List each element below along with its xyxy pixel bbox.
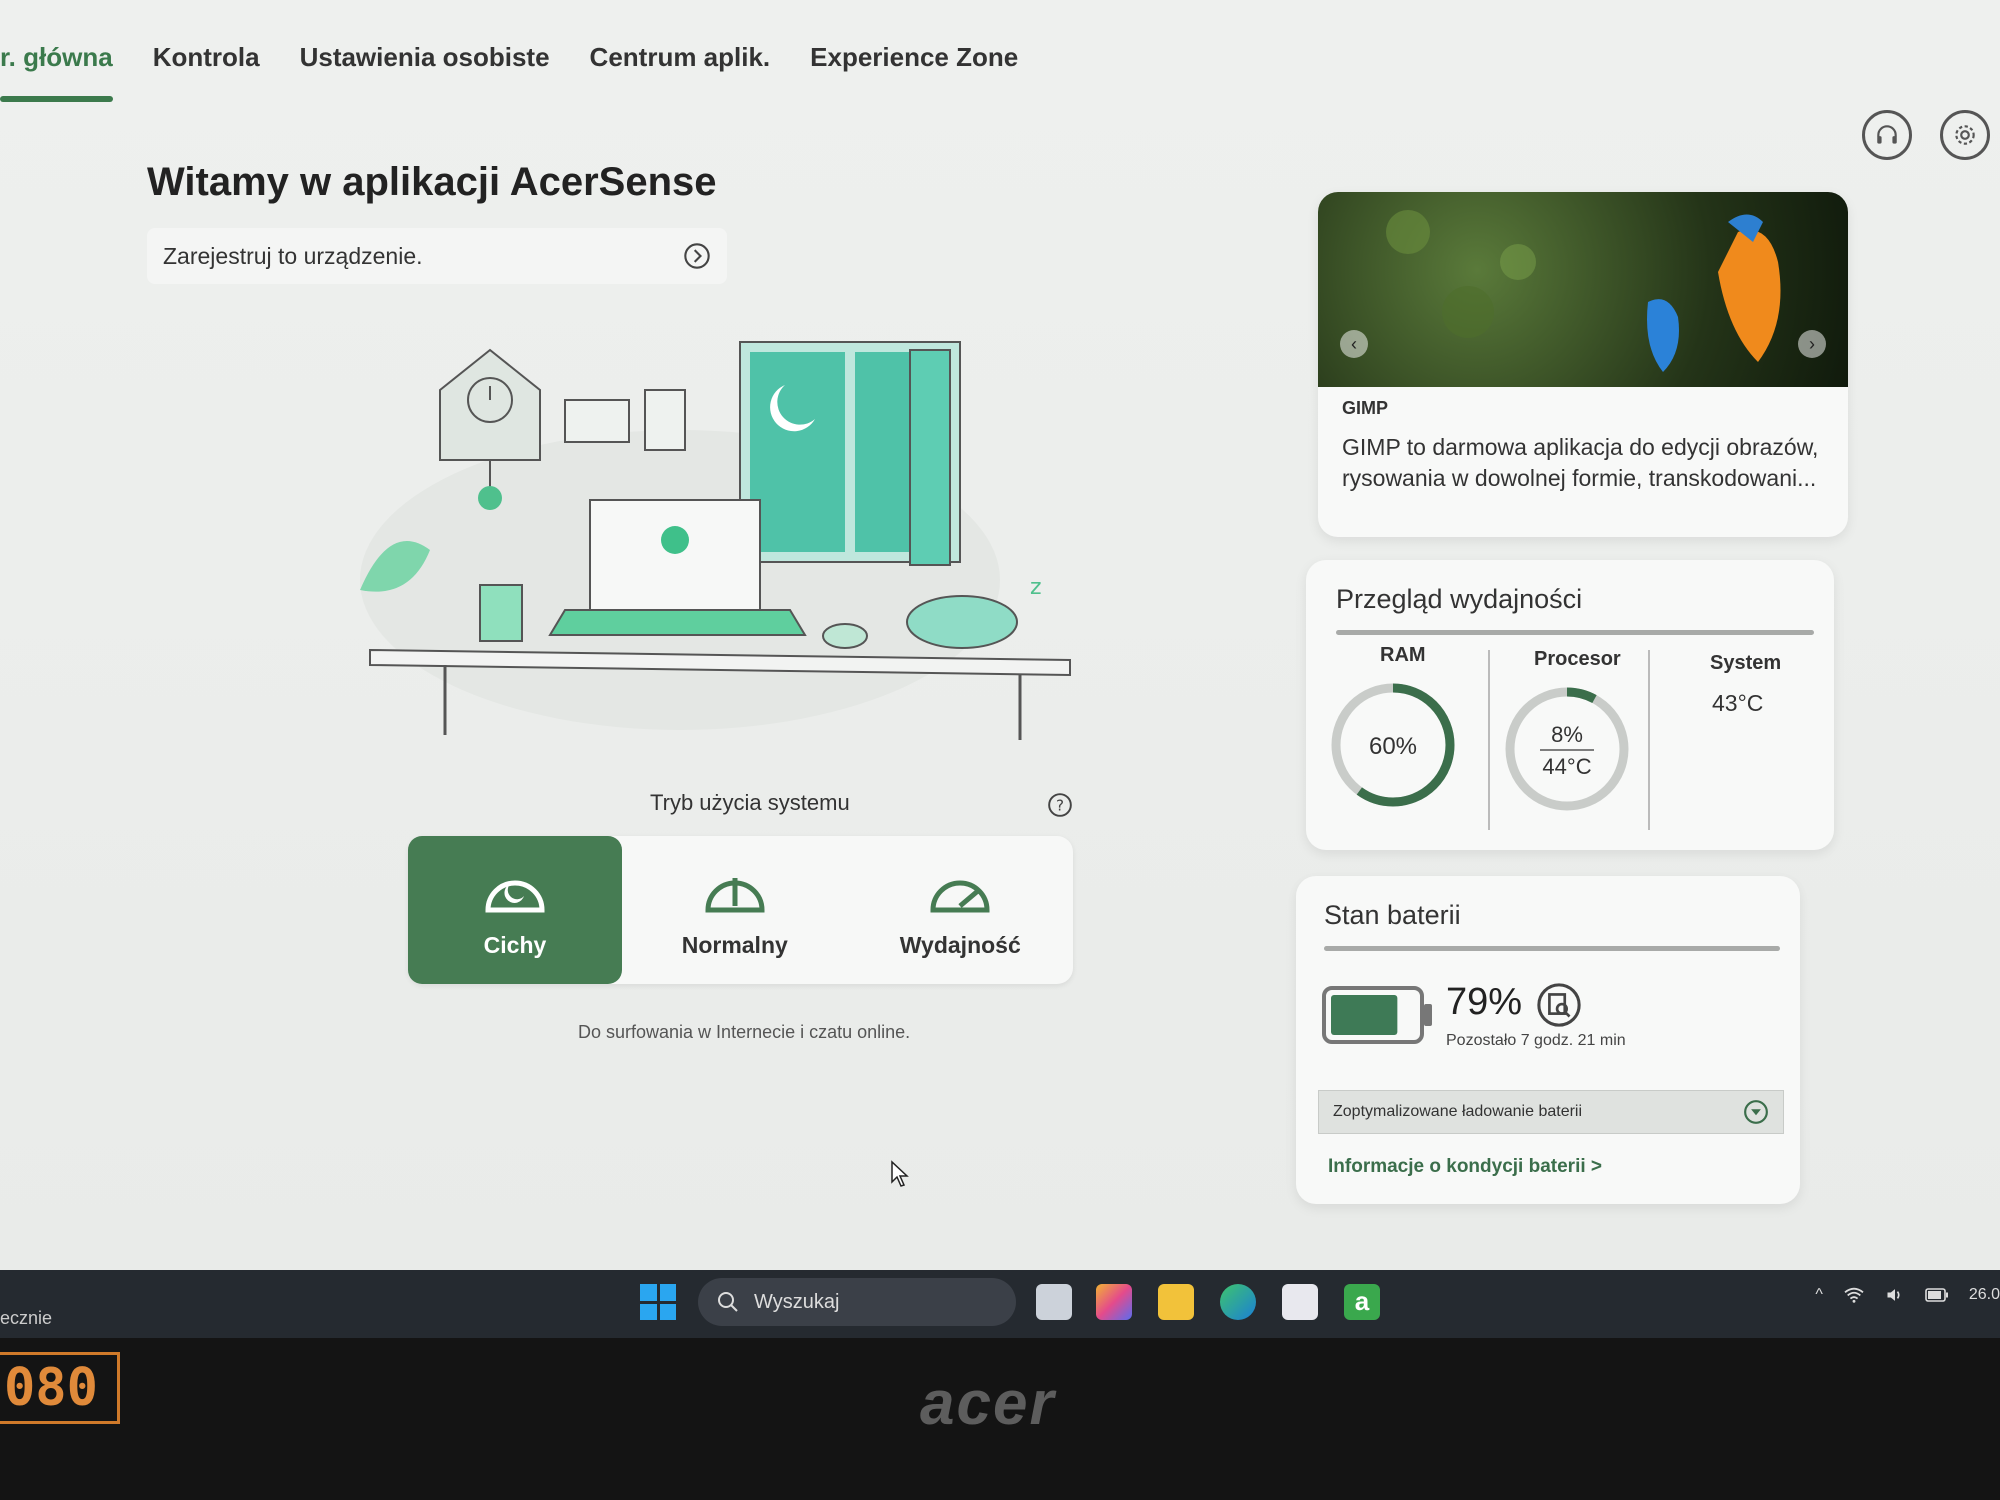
battery-percent: 79%	[1446, 981, 1523, 1023]
page-title: Witamy w aplikacji AcerSense	[147, 160, 717, 204]
system-label: System	[1710, 652, 1782, 674]
charging-mode-value: Zoptymalizowane ładowanie baterii	[1333, 1103, 1583, 1120]
tab-app-center[interactable]: Centrum aplik.	[590, 42, 771, 102]
tab-control[interactable]: Kontrola	[153, 42, 260, 102]
promo-image: ‹ ›	[1318, 192, 1848, 387]
taskbar: ecznie Wyszukaj a ^ 26.0	[0, 1270, 2000, 1338]
taskbar-left-text: ecznie	[0, 1308, 53, 1328]
copilot-icon[interactable]	[1096, 1284, 1132, 1320]
battery-health-link[interactable]: Informacje o kondycji baterii >	[1328, 1156, 1602, 1178]
tab-experience-zone[interactable]: Experience Zone	[810, 42, 1018, 102]
cpu-label: Procesor	[1534, 648, 1621, 670]
ram-value: 60%	[1369, 733, 1417, 760]
microsoft-store-icon[interactable]	[1282, 1284, 1318, 1320]
mode-normal-button[interactable]: Normalny	[622, 836, 848, 984]
battery-remaining-time: Pozostało 7 godz. 21 min	[1446, 1032, 1626, 1049]
header-actions	[1862, 110, 1990, 160]
divider	[1324, 946, 1780, 951]
carousel-prev-button[interactable]: ‹	[1340, 330, 1368, 358]
battery-level-fill	[1331, 995, 1398, 1035]
speedometer-fast-icon	[930, 880, 990, 912]
mode-performance-label: Wydajność	[899, 931, 1021, 958]
system-temp: 43°C	[1712, 690, 1764, 716]
task-view-icon[interactable]	[1036, 1284, 1072, 1320]
search-placeholder: Wyszukaj	[754, 1290, 840, 1313]
svg-text:z: z	[1030, 575, 1042, 600]
system-mode-selector: Cichy Normalny Wydajność	[408, 836, 1073, 984]
chevron-down-circle-icon	[1744, 1100, 1768, 1124]
tab-personal-settings[interactable]: Ustawienia osobiste	[300, 42, 550, 102]
volume-icon[interactable]	[1885, 1286, 1905, 1304]
windows-start-icon[interactable]	[640, 1284, 676, 1320]
headset-icon[interactable]	[1862, 110, 1912, 160]
help-icon[interactable]: ?	[1047, 792, 1073, 818]
divider	[1648, 650, 1650, 830]
system-mode-title: Tryb użycia systemu	[650, 790, 850, 815]
room-illustration: z	[360, 341, 1071, 740]
battery-report-icon[interactable]	[1536, 982, 1582, 1028]
performance-overview-card: Przegląd wydajności RAM 60% Procesor 8% …	[1306, 560, 1834, 850]
promo-app-name: GIMP	[1342, 398, 1389, 418]
ram-gauge: 60%	[1331, 683, 1455, 807]
carousel-next-button[interactable]: ›	[1798, 330, 1826, 358]
cpu-temp: 44°C	[1542, 754, 1591, 779]
gear-icon[interactable]	[1940, 110, 1990, 160]
search-icon	[718, 1292, 738, 1312]
clock-text: 26.0	[1968, 1286, 2000, 1303]
top-navigation: r. główna Kontrola Ustawienia osobiste C…	[0, 42, 1058, 102]
divider	[1336, 630, 1814, 635]
file-explorer-icon[interactable]	[1158, 1284, 1194, 1320]
ram-label: RAM	[1380, 644, 1426, 666]
speedometer-moon-icon	[485, 880, 545, 912]
chevron-right-circle-icon	[684, 243, 710, 269]
battery-title: Stan baterii	[1324, 900, 1461, 930]
acer-logo: acer	[920, 1369, 1056, 1438]
resolution-badge: 080	[0, 1352, 120, 1424]
cpu-gauge: 8% 44°C	[1505, 687, 1629, 811]
mode-description: Do surfowania w Internecie i czatu onlin…	[578, 1022, 911, 1042]
wifi-icon[interactable]	[1843, 1286, 1865, 1304]
register-device-text: Zarejestruj to urządzenie.	[163, 242, 423, 269]
acersense-window: r. główna Kontrola Ustawienia osobiste C…	[0, 0, 2000, 1270]
app-promo-card[interactable]: ‹ › GIMP GIMP to darmowa aplikacja do ed…	[1318, 192, 1848, 537]
edge-browser-icon[interactable]	[1220, 1284, 1256, 1320]
acersense-app-icon[interactable]: a	[1344, 1284, 1380, 1320]
battery-icon	[1322, 986, 1432, 1044]
mode-performance-button[interactable]: Wydajność	[848, 836, 1074, 984]
register-device-banner[interactable]: Zarejestruj to urządzenie.	[147, 228, 727, 284]
svg-text:?: ?	[1056, 796, 1064, 814]
mode-normal-label: Normalny	[681, 931, 788, 958]
cpu-usage: 8%	[1551, 722, 1583, 747]
mouse-cursor-icon	[891, 1160, 909, 1187]
system-tray: ^ 26.0	[1815, 1286, 2000, 1304]
taskbar-search[interactable]: Wyszukaj	[698, 1278, 1016, 1326]
speedometer-icon	[705, 877, 765, 912]
performance-title: Przegląd wydajności	[1336, 584, 1583, 614]
chevron-up-icon[interactable]: ^	[1815, 1286, 1823, 1304]
charging-mode-dropdown[interactable]: Zoptymalizowane ładowanie baterii	[1318, 1090, 1784, 1134]
parrot-image	[1386, 210, 1781, 372]
mode-quiet-button[interactable]: Cichy	[408, 836, 622, 984]
mode-quiet-label: Cichy	[483, 931, 547, 958]
battery-status-card: Stan baterii 79% Pozostało 7 godz. 21 mi…	[1296, 876, 1800, 1204]
tab-home[interactable]: r. główna	[0, 42, 113, 102]
battery-tray-icon[interactable]	[1925, 1288, 1949, 1302]
promo-description: GIMP to darmowa aplikacja do edycji obra…	[1342, 434, 1819, 492]
divider	[1488, 650, 1490, 830]
